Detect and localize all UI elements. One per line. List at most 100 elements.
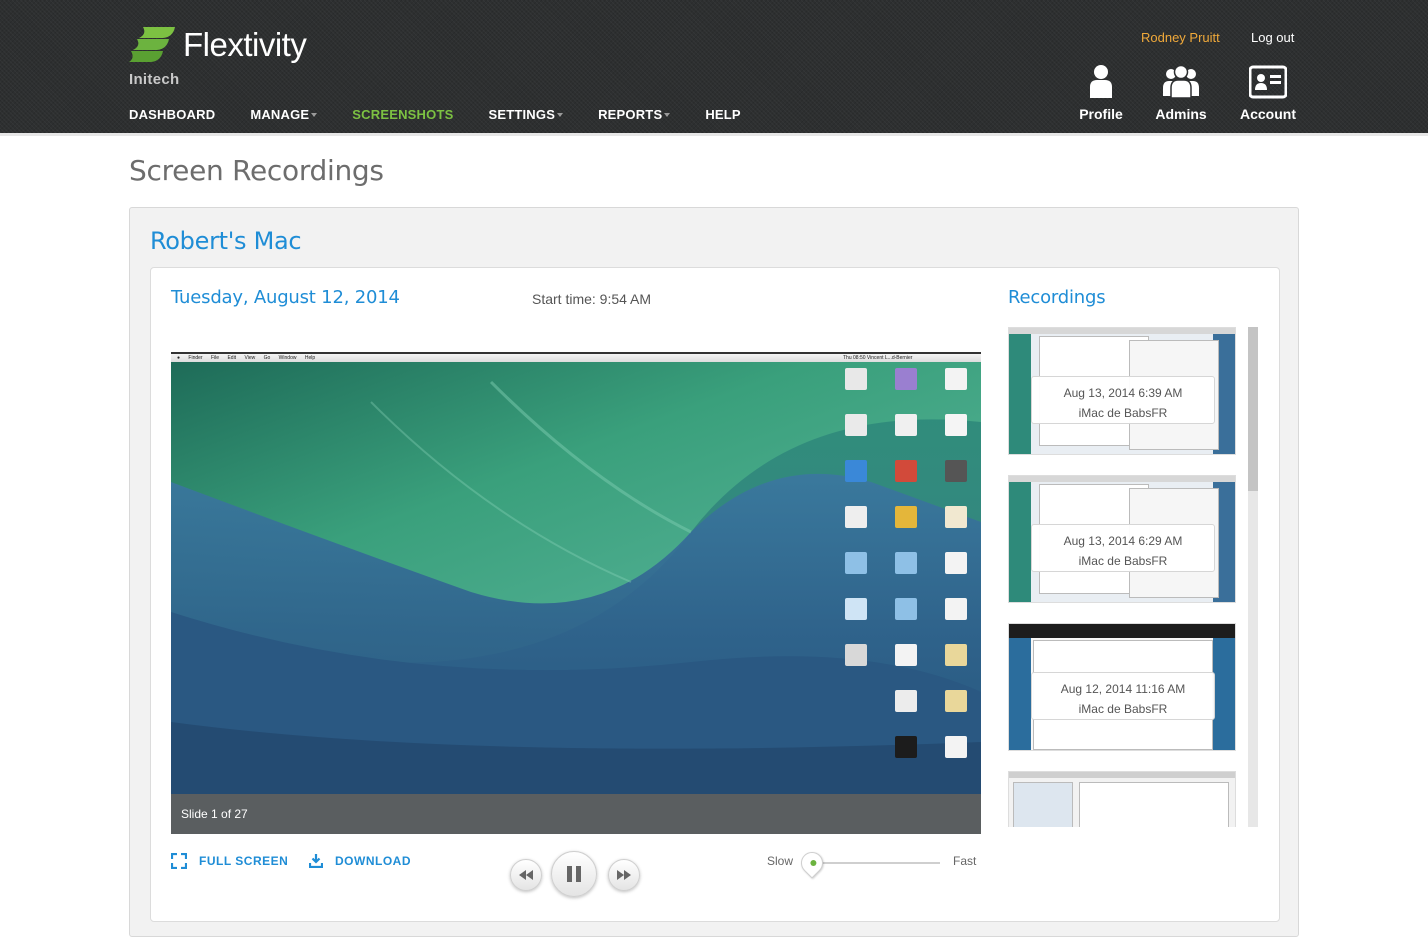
slideshow-player[interactable]: ● Finder File Edit View Go Window Help T… xyxy=(171,352,981,834)
file-icon xyxy=(895,414,917,436)
current-user-link[interactable]: Rodney Pruitt xyxy=(1141,30,1220,45)
admins-button[interactable]: Admins xyxy=(1150,64,1212,122)
screenshot-menubar: ● Finder File Edit View Go Window Help T… xyxy=(171,354,981,362)
profile-button[interactable]: Profile xyxy=(1074,64,1128,122)
recording-panel: Tuesday, August 12, 2014 Start time: 9:5… xyxy=(150,267,1280,922)
thumbnail-wallpaper xyxy=(1213,638,1235,750)
file-icon xyxy=(945,736,967,758)
nav-dashboard[interactable]: DASHBOARD xyxy=(129,107,215,122)
file-icon xyxy=(845,368,867,390)
menubar-edit: Edit xyxy=(227,355,237,361)
slide-caption-bar: Slide 1 of 27 xyxy=(171,794,981,834)
file-icon xyxy=(895,690,917,712)
caret-down-icon xyxy=(557,113,564,117)
speed-fast-label: Fast xyxy=(953,854,977,868)
recording-device: iMac de BabsFR xyxy=(1078,406,1168,420)
menubar-finder: Finder xyxy=(188,355,203,361)
recording-item[interactable]: Aug 13, 2014 6:39 AM iMac de BabsFR xyxy=(1008,327,1236,455)
app-icon xyxy=(845,460,867,482)
logout-link[interactable]: Log out xyxy=(1251,30,1294,45)
nav-manage-label: MANAGE xyxy=(250,107,310,122)
account-button[interactable]: Account xyxy=(1236,64,1300,122)
device-name: Robert's Mac xyxy=(150,227,302,255)
full-screen-label: FULL SCREEN xyxy=(199,854,289,868)
file-icon xyxy=(845,414,867,436)
file-icon xyxy=(895,736,917,758)
account-label: Account xyxy=(1240,106,1296,122)
speed-slider-handle[interactable] xyxy=(796,847,828,879)
recording-caption: Aug 13, 2014 6:39 AM iMac de BabsFR xyxy=(1031,376,1215,424)
admins-label: Admins xyxy=(1155,106,1207,122)
menubar-file: File xyxy=(211,355,220,361)
id-card-icon xyxy=(1249,65,1287,99)
speed-slider-track[interactable] xyxy=(811,862,940,864)
thumbnail-wallpaper xyxy=(1009,638,1031,750)
flextivity-logo-icon[interactable] xyxy=(129,25,177,63)
nav-dashboard-label: DASHBOARD xyxy=(129,107,216,122)
recording-time: Aug 12, 2014 11:16 AM xyxy=(1060,682,1186,696)
nav-settings[interactable]: SETTINGS xyxy=(488,107,564,122)
file-icon xyxy=(895,644,917,666)
nav-screenshots[interactable]: SCREENSHOTS xyxy=(352,107,453,122)
folder-icon xyxy=(895,598,917,620)
device-panel: Robert's Mac Tuesday, August 12, 2014 St… xyxy=(129,207,1299,937)
recording-device: iMac de BabsFR xyxy=(1078,554,1168,568)
pause-button[interactable] xyxy=(551,851,597,897)
recordings-list[interactable]: Aug 13, 2014 6:39 AM iMac de BabsFR Aug … xyxy=(1008,327,1238,827)
file-icon xyxy=(945,690,967,712)
fullscreen-icon xyxy=(171,853,187,869)
pause-icon xyxy=(567,866,581,882)
file-icon xyxy=(945,644,967,666)
menubar-window: Window xyxy=(278,355,297,361)
thumbnail-wallpaper xyxy=(1009,482,1031,602)
thumbnail-menubar xyxy=(1009,772,1235,778)
app-icon xyxy=(945,460,967,482)
thumbnail-window xyxy=(1013,782,1073,827)
recording-caption: Aug 12, 2014 11:16 AM iMac de BabsFR xyxy=(1031,672,1215,720)
organization-name: Initech xyxy=(129,71,180,88)
group-icon xyxy=(1163,64,1199,99)
brand-name[interactable]: Flextivity xyxy=(183,26,307,64)
speed-slow-label: Slow xyxy=(767,854,794,868)
slider-dot-icon xyxy=(809,858,818,868)
recording-date: Tuesday, August 12, 2014 xyxy=(171,287,400,308)
file-icon xyxy=(845,506,867,528)
app-icon xyxy=(895,460,917,482)
caret-down-icon xyxy=(664,113,671,117)
rewind-icon xyxy=(519,870,533,880)
recording-device: iMac de BabsFR xyxy=(1078,702,1168,716)
main-nav: DASHBOARD MANAGE SCREENSHOTS SETTINGS RE… xyxy=(129,107,776,122)
thumbnail-browser-bar xyxy=(1009,624,1235,638)
start-time: Start time: 9:54 AM xyxy=(532,291,652,307)
nav-help-label: HELP xyxy=(705,107,741,122)
thumbnail-menubar xyxy=(1009,328,1235,334)
apple-logo-icon: ● xyxy=(177,355,181,361)
top-header: Flextivity Initech DASHBOARD MANAGE SCRE… xyxy=(0,0,1428,136)
file-icon xyxy=(945,414,967,436)
nav-settings-label: SETTINGS xyxy=(488,107,556,122)
nav-manage[interactable]: MANAGE xyxy=(250,107,318,122)
recording-caption: Aug 13, 2014 6:29 AM iMac de BabsFR xyxy=(1031,524,1215,572)
drive-icon xyxy=(845,644,867,666)
menubar-help: Help xyxy=(304,355,316,361)
disk-image-icon xyxy=(845,598,867,620)
file-icon xyxy=(945,552,967,574)
folder-icon xyxy=(845,552,867,574)
recordings-scrollbar[interactable] xyxy=(1248,327,1258,827)
nav-help[interactable]: HELP xyxy=(705,107,740,122)
caret-down-icon xyxy=(311,113,318,117)
person-icon xyxy=(1090,65,1112,98)
thumbnail-menubar xyxy=(1009,476,1235,482)
download-button[interactable]: DOWNLOAD xyxy=(309,853,411,868)
rewind-button[interactable] xyxy=(510,859,542,891)
nav-reports[interactable]: REPORTS xyxy=(598,107,671,122)
recording-item[interactable]: Aug 13, 2014 6:29 AM iMac de BabsFR xyxy=(1008,475,1236,603)
recording-item[interactable]: Aug 12, 2014 11:16 AM iMac de BabsFR xyxy=(1008,623,1236,751)
fast-forward-button[interactable] xyxy=(608,859,640,891)
recordings-heading: Recordings xyxy=(1008,287,1106,308)
recording-item[interactable] xyxy=(1008,771,1236,827)
recordings-scrollbar-thumb[interactable] xyxy=(1248,327,1258,491)
nav-reports-label: REPORTS xyxy=(598,107,663,122)
thumbnail-window xyxy=(1079,782,1229,827)
full-screen-button[interactable]: FULL SCREEN xyxy=(171,853,288,869)
